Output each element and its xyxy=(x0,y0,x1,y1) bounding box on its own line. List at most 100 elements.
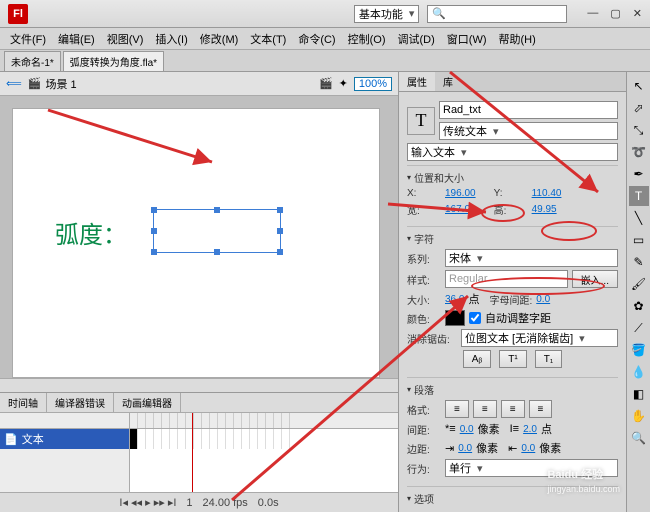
auto-kern-label: 自动调整字距 xyxy=(485,310,551,326)
bone-tool-icon[interactable]: ⟋ xyxy=(629,318,649,338)
section-paragraph[interactable]: 段落 xyxy=(407,382,618,397)
menu-debug[interactable]: 调试(D) xyxy=(392,31,441,47)
selected-text-field[interactable] xyxy=(153,209,281,253)
menu-commands[interactable]: 命令(C) xyxy=(292,31,341,47)
menu-edit[interactable]: 编辑(E) xyxy=(52,31,101,47)
search-field[interactable] xyxy=(450,8,562,20)
embed-button[interactable]: 嵌入... xyxy=(572,270,618,288)
app-logo-icon: Fl xyxy=(8,4,28,24)
h-label: 高: xyxy=(494,202,528,217)
layer-name: 文本 xyxy=(22,431,44,447)
playhead[interactable] xyxy=(192,413,193,492)
margin-right-value[interactable]: 0.0 xyxy=(521,443,535,454)
menu-view[interactable]: 视图(V) xyxy=(101,31,150,47)
hand-tool-icon[interactable]: ✋ xyxy=(629,406,649,426)
x-value[interactable]: 196.00 xyxy=(445,188,476,199)
leading-value[interactable]: 2.0 xyxy=(523,424,537,435)
section-position-size[interactable]: 位置和大小 xyxy=(407,170,618,185)
y-value[interactable]: 110.40 xyxy=(532,188,562,199)
menu-file[interactable]: 文件(F) xyxy=(4,31,52,47)
frames-area[interactable] xyxy=(130,413,398,492)
eyedropper-tool-icon[interactable]: 💧 xyxy=(629,362,649,382)
anti-alias-select[interactable]: 位图文本 [无消除锯齿]▾ xyxy=(461,329,618,347)
tab-motion-editor[interactable]: 动画编辑器 xyxy=(114,393,181,412)
menu-help[interactable]: 帮助(H) xyxy=(493,31,542,47)
h-value[interactable]: 49.95 xyxy=(532,204,557,215)
edit-scene-icon[interactable]: 🎬 xyxy=(319,77,333,90)
align-center-icon[interactable]: ≡ xyxy=(473,400,497,418)
text-tool-icon[interactable]: T xyxy=(629,186,649,206)
workspace-switcher[interactable]: 基本功能 ▾ xyxy=(354,5,420,23)
text-mode-select[interactable]: 输入文本▾ xyxy=(407,143,618,161)
section-character[interactable]: 字符 xyxy=(407,231,618,246)
menu-insert[interactable]: 插入(I) xyxy=(149,31,193,47)
close-icon[interactable]: ✕ xyxy=(633,7,642,20)
margin-left-value[interactable]: 0.0 xyxy=(458,443,472,454)
layer-icon: 📄 xyxy=(4,433,18,446)
zoom-tool-icon[interactable]: 🔍 xyxy=(629,428,649,448)
doc-tab-1[interactable]: 未命名-1* xyxy=(4,51,61,71)
tab-compiler-errors[interactable]: 编译器错误 xyxy=(47,393,114,412)
minimize-icon[interactable]: — xyxy=(587,7,598,20)
auto-kern-checkbox[interactable] xyxy=(469,312,481,324)
leading-icon: I≡ xyxy=(510,423,519,435)
zoom-field[interactable]: 100% xyxy=(354,77,392,91)
indent-value[interactable]: 0.0 xyxy=(460,424,474,435)
font-style-select[interactable]: Regular xyxy=(445,270,568,288)
superscript-icon[interactable]: T¹ xyxy=(499,350,526,368)
text-color-well[interactable] xyxy=(445,310,465,326)
chevron-down-icon: ▾ xyxy=(409,7,415,20)
menu-text[interactable]: 文本(T) xyxy=(244,31,292,47)
subselection-tool-icon[interactable]: ⬀ xyxy=(629,98,649,118)
menu-window[interactable]: 窗口(W) xyxy=(441,31,493,47)
pen-tool-icon[interactable]: ✒ xyxy=(629,164,649,184)
stage-text-arc: 弧度： xyxy=(55,215,127,250)
lasso-tool-icon[interactable]: ➰ xyxy=(629,142,649,162)
maximize-icon[interactable]: ▢ xyxy=(610,7,620,20)
y-label: Y: xyxy=(494,188,528,199)
doc-tab-2[interactable]: 弧度转换为角度.fla* xyxy=(63,51,164,71)
stage-scrollbar-h[interactable] xyxy=(0,378,398,392)
stage[interactable]: 弧度： xyxy=(12,108,380,378)
scene-label: 场景 1 xyxy=(45,76,76,92)
deco-tool-icon[interactable]: ✿ xyxy=(629,296,649,316)
size-value[interactable]: 36.0 xyxy=(445,294,464,305)
w-label: 宽: xyxy=(407,202,441,217)
align-justify-icon[interactable]: ≡ xyxy=(529,400,553,418)
style-label: 样式: xyxy=(407,272,441,287)
tab-library[interactable]: 库 xyxy=(435,72,461,91)
w-value[interactable]: 167.00 xyxy=(445,204,476,215)
instance-name-field[interactable]: Rad_txt xyxy=(439,101,618,119)
back-icon[interactable]: ⟸ xyxy=(6,77,22,90)
menu-control[interactable]: 控制(O) xyxy=(342,31,392,47)
spacing-value[interactable]: 0.0 xyxy=(536,294,550,305)
subscript-icon[interactable]: T₁ xyxy=(535,350,562,368)
eraser-tool-icon[interactable]: ◧ xyxy=(629,384,649,404)
margin-label: 边距: xyxy=(407,441,441,456)
edit-symbol-icon[interactable]: ✦ xyxy=(339,77,348,90)
margin-right-icon: ⇤ xyxy=(508,442,517,455)
selection-tool-icon[interactable]: ↖ xyxy=(629,76,649,96)
free-transform-tool-icon[interactable]: ⤡ xyxy=(629,120,649,140)
search-input[interactable]: 🔍 xyxy=(427,5,567,23)
selectable-icon[interactable]: Aᵦ xyxy=(463,350,492,368)
time: 0.0s xyxy=(258,497,279,509)
tab-timeline[interactable]: 时间轴 xyxy=(0,393,47,412)
playback-controls[interactable]: I◂ ◂◂ ▸ ▸▸ ▸I xyxy=(119,496,176,509)
family-label: 系列: xyxy=(407,251,441,266)
text-type-select[interactable]: 传统文本▾ xyxy=(439,122,618,140)
margin-left-icon: ⇥ xyxy=(445,442,454,455)
tab-properties[interactable]: 属性 xyxy=(399,72,435,91)
text-type-icon: T xyxy=(407,107,435,135)
line-tool-icon[interactable]: ╲ xyxy=(629,208,649,228)
layer-row[interactable]: 📄 文本 xyxy=(0,429,129,449)
rectangle-tool-icon[interactable]: ▭ xyxy=(629,230,649,250)
menu-modify[interactable]: 修改(M) xyxy=(194,31,245,47)
pencil-tool-icon[interactable]: ✎ xyxy=(629,252,649,272)
brush-tool-icon[interactable]: 🖌 xyxy=(629,274,649,294)
color-label: 颜色: xyxy=(407,311,441,326)
align-right-icon[interactable]: ≡ xyxy=(501,400,525,418)
paint-bucket-tool-icon[interactable]: 🪣 xyxy=(629,340,649,360)
align-left-icon[interactable]: ≡ xyxy=(445,400,469,418)
font-family-select[interactable]: 宋体▾ xyxy=(445,249,618,267)
